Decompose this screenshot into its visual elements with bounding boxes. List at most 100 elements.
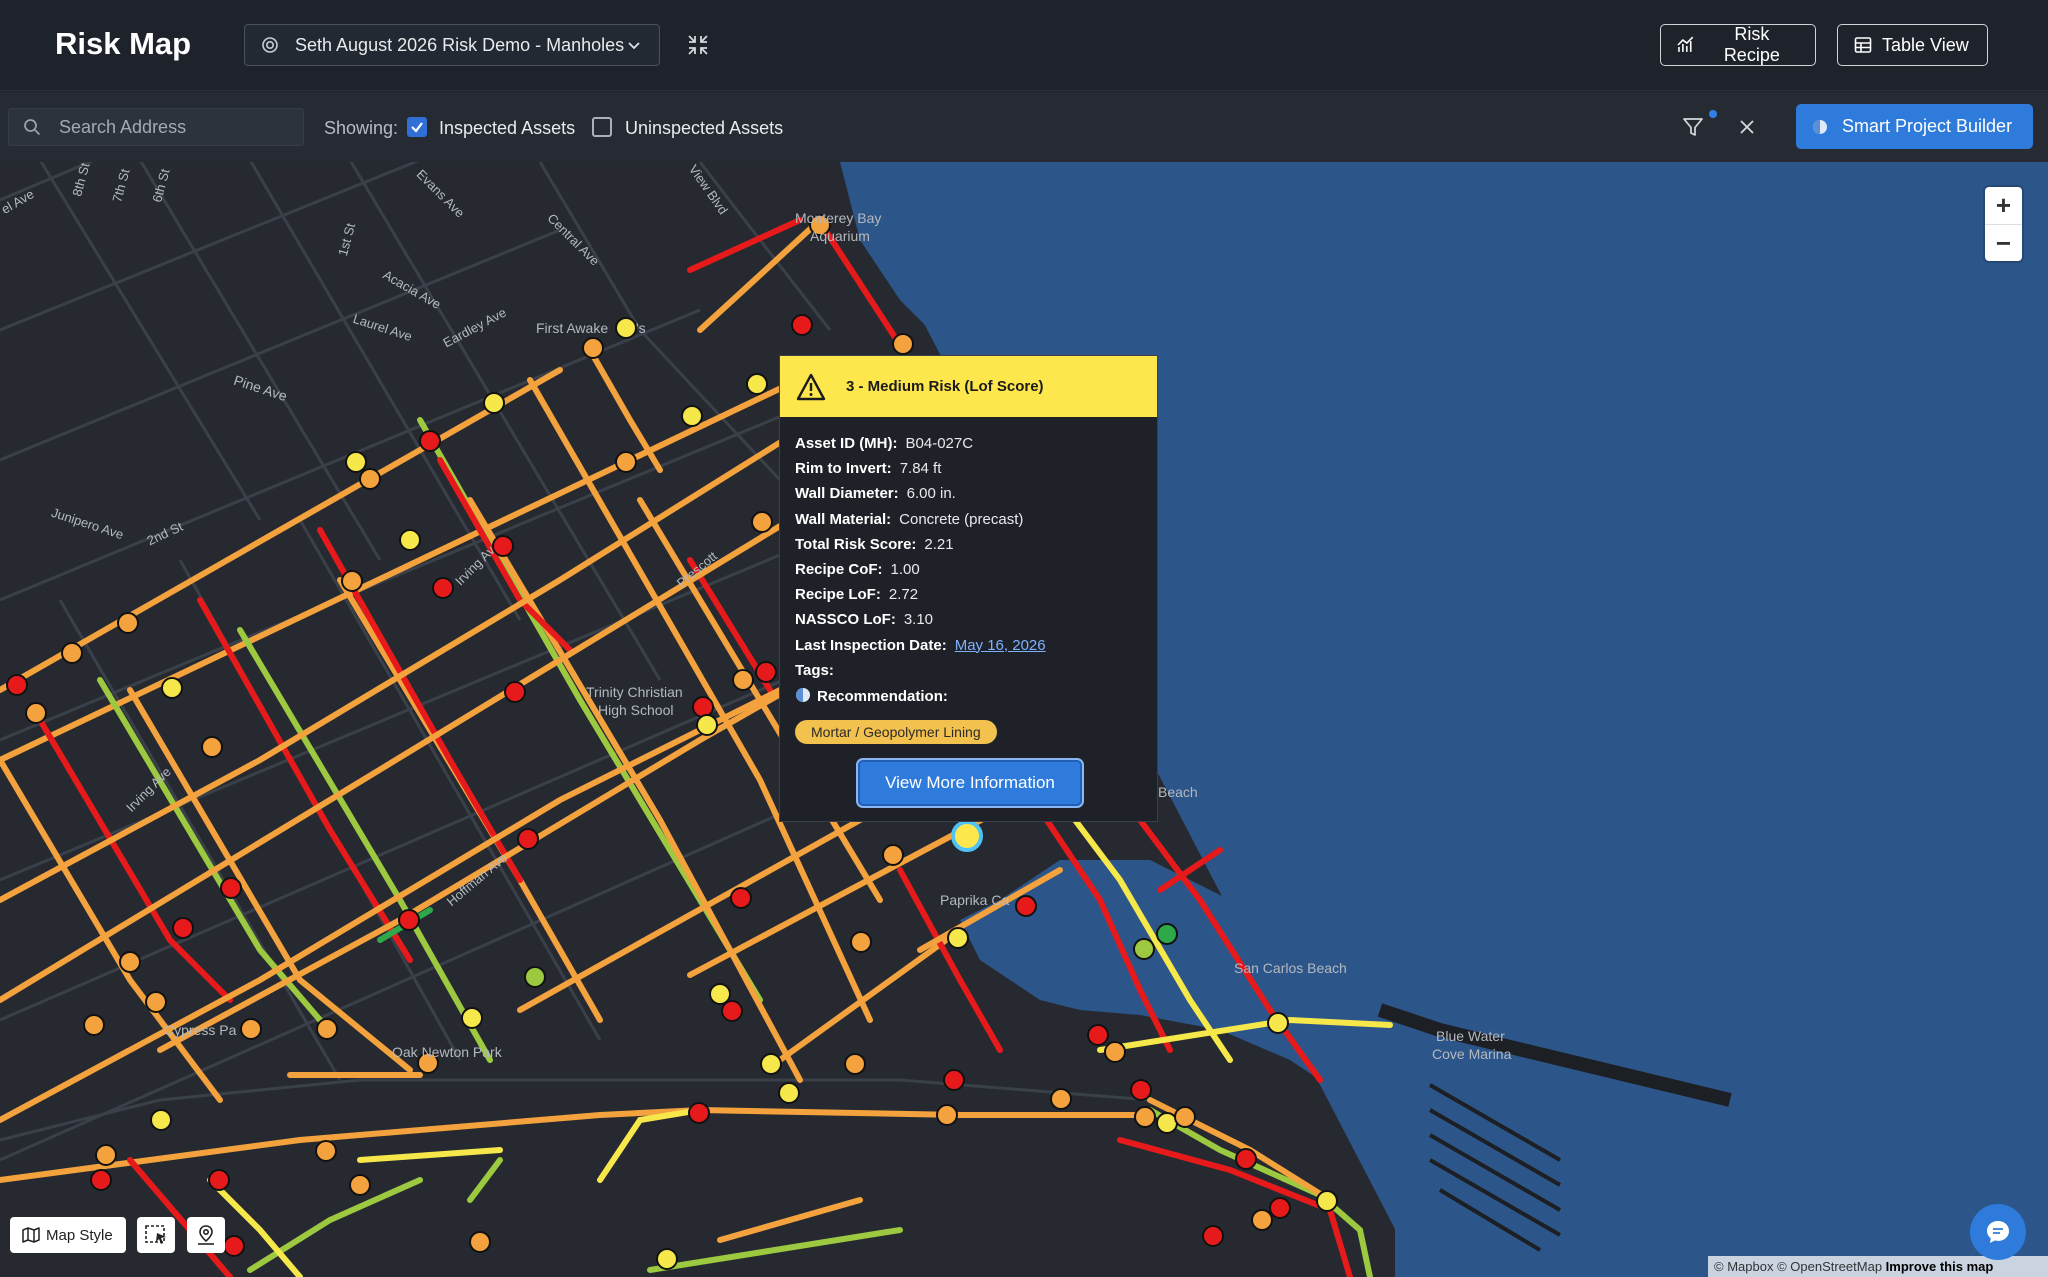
uninspected-assets-label[interactable]: Uninspected Assets — [625, 118, 783, 139]
lasso-select-icon — [145, 1225, 166, 1244]
manhole — [145, 991, 167, 1013]
manhole — [751, 511, 773, 533]
osm-credit[interactable]: © OpenStreetMap — [1777, 1259, 1882, 1274]
smart-project-builder-button[interactable]: Smart Project Builder — [1796, 104, 2033, 149]
popup-body: Asset ID (MH): B04-027C Rim to Invert: 7.8… — [780, 417, 1157, 745]
inspected-assets-checkbox[interactable] — [407, 117, 427, 137]
risk-map-app: Risk Map Seth August 2026 Risk Demo - Ma… — [0, 0, 2048, 1277]
manhole — [882, 844, 904, 866]
zoom-out-button[interactable]: − — [1985, 225, 2022, 262]
map-label-trinity-1: Trinity Christian — [586, 684, 683, 700]
manhole — [850, 931, 872, 953]
checkmark-icon — [411, 122, 423, 133]
manhole — [504, 681, 526, 703]
showing-label: Showing: — [324, 118, 399, 138]
manhole — [1104, 1041, 1126, 1063]
collapse-icon[interactable] — [686, 33, 710, 57]
manhole — [1251, 1209, 1273, 1231]
manhole — [223, 1235, 245, 1257]
table-icon — [1854, 37, 1872, 53]
manhole — [432, 577, 454, 599]
ai-sparkle-icon — [1813, 119, 1827, 134]
manhole — [316, 1018, 338, 1040]
map-style-button[interactable]: Map Style — [10, 1217, 126, 1253]
risk-recipe-button[interactable]: Risk Recipe — [1660, 24, 1816, 66]
manhole — [1156, 923, 1178, 945]
manhole — [6, 674, 28, 696]
improve-map-link[interactable]: Improve this map — [1886, 1259, 1994, 1274]
manhole — [1087, 1024, 1109, 1046]
manhole — [615, 451, 637, 473]
zoom-control: + − — [1985, 187, 2022, 261]
field-tags: Tags: — [795, 661, 834, 679]
manhole — [345, 451, 367, 473]
manhole — [730, 887, 752, 909]
manhole — [399, 529, 421, 551]
chat-icon — [1987, 1221, 2009, 1243]
field-wall-material: Wall Material: Concrete (precast) — [795, 510, 1024, 528]
map-label-oak-newton: Oak Newton Park — [392, 1044, 502, 1060]
manhole — [95, 1144, 117, 1166]
manhole — [1050, 1088, 1072, 1110]
manhole — [709, 983, 731, 1005]
manhole — [1134, 1106, 1156, 1128]
manhole — [150, 1109, 172, 1131]
search-box[interactable] — [8, 108, 304, 146]
map-style-label: Map Style — [46, 1226, 113, 1244]
manhole — [943, 1069, 965, 1091]
manhole — [469, 1231, 491, 1253]
map-label-beach: Beach — [1158, 784, 1198, 800]
zoom-in-button[interactable]: + — [1985, 187, 2022, 224]
manhole — [1015, 895, 1037, 917]
manhole — [1316, 1190, 1338, 1212]
manhole — [517, 828, 539, 850]
manhole — [778, 1082, 800, 1104]
close-icon[interactable] — [1737, 117, 1757, 137]
area-select-tool-button[interactable] — [137, 1217, 175, 1253]
manhole — [1202, 1225, 1224, 1247]
manhole — [201, 736, 223, 758]
chat-support-button[interactable] — [1970, 1204, 2026, 1260]
popup-header: 3 - Medium Risk (Lof Score) — [780, 356, 1157, 417]
manhole — [398, 909, 420, 931]
manhole — [721, 1000, 743, 1022]
manhole — [681, 405, 703, 427]
manhole — [692, 696, 714, 718]
filter-icon[interactable] — [1682, 116, 1704, 138]
manhole — [844, 1053, 866, 1075]
field-last-inspection: Last Inspection Date: May 16, 2026 — [795, 636, 1046, 654]
mapbox-credit[interactable]: © Mapbox — [1714, 1259, 1773, 1274]
manhole — [951, 820, 983, 852]
recommendation-badge: Mortar / Geopolymer Lining — [795, 720, 997, 745]
field-recipe-cof: Recipe CoF: 1.00 — [795, 560, 920, 578]
smart-project-builder-label: Smart Project Builder — [1842, 116, 2013, 136]
search-input[interactable] — [59, 116, 299, 138]
manhole — [161, 677, 183, 699]
inspected-assets-label[interactable]: Inspected Assets — [439, 118, 575, 139]
manhole — [1174, 1106, 1196, 1128]
manhole — [208, 1169, 230, 1191]
manhole — [172, 917, 194, 939]
manhole — [615, 317, 637, 339]
view-more-information-button[interactable]: View More Information — [858, 760, 1082, 806]
manhole — [892, 333, 914, 355]
field-rim-to-invert: Rim to Invert: 7.84 ft — [795, 460, 942, 478]
project-selector[interactable]: Seth August 2026 Risk Demo - Manholes — [244, 24, 660, 66]
field-asset-id: Asset ID (MH): B04-027C — [795, 435, 974, 452]
manhole — [461, 1007, 483, 1029]
field-recommendation: Recommendation: — [795, 687, 1142, 712]
manhole — [947, 927, 969, 949]
table-view-button[interactable]: Table View — [1837, 24, 1988, 66]
last-inspection-link[interactable]: May 16, 2026 — [955, 637, 1046, 654]
location-pin-tool-button[interactable] — [187, 1217, 225, 1253]
map-label-aquarium-2: Aquarium — [810, 228, 870, 244]
manhole — [1130, 1079, 1152, 1101]
uninspected-assets-checkbox[interactable] — [592, 117, 612, 137]
manhole — [1269, 1197, 1291, 1219]
ai-sparkle-icon — [796, 687, 810, 702]
asset-popup: 3 - Medium Risk (Lof Score) Asset ID (MH… — [779, 355, 1158, 822]
table-view-label: Table View — [1882, 34, 1969, 55]
manhole — [1133, 938, 1155, 960]
map-label-san-carlos: San Carlos Beach — [1234, 960, 1347, 976]
manhole — [696, 714, 718, 736]
